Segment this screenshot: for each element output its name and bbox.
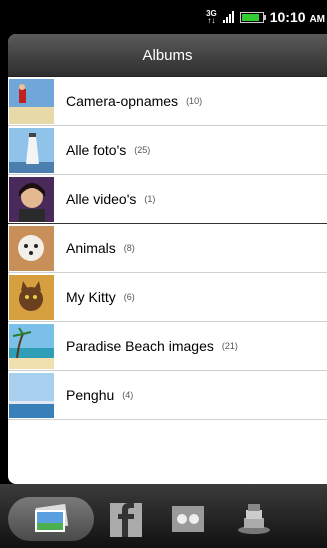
portrait-thumbnail xyxy=(9,176,54,222)
beach-thumbnail xyxy=(9,323,54,369)
lighthouse-thumbnail xyxy=(9,127,54,173)
album-name: Alle video's xyxy=(66,191,137,207)
album-row-all-videos[interactable]: Alle video's (1) xyxy=(8,175,327,224)
signal-strength-icon xyxy=(222,11,234,23)
album-row-penghu[interactable]: Penghu (4) xyxy=(8,371,327,420)
facebook-icon xyxy=(110,503,142,537)
album-count: (25) xyxy=(134,145,151,155)
albums-panel: Albums Camera-opnames (10) Alle foto's (… xyxy=(8,34,327,484)
album-count: (21) xyxy=(221,341,238,351)
album-row-my-kitty[interactable]: My Kitty (6) xyxy=(8,273,327,322)
tab-stack[interactable] xyxy=(222,497,286,541)
album-name: Penghu xyxy=(66,387,115,403)
clock: 10:10 AM xyxy=(269,9,325,25)
sky-thumbnail xyxy=(9,372,54,418)
album-row-animals[interactable]: Animals (8) xyxy=(8,224,327,273)
bottom-tab-bar xyxy=(0,484,327,548)
tab-flickr[interactable] xyxy=(158,497,218,541)
title-bar: Albums xyxy=(8,34,327,77)
page-title: Albums xyxy=(142,47,193,64)
stack-icon xyxy=(238,504,270,534)
album-count: (8) xyxy=(123,243,135,253)
album-name: Camera-opnames xyxy=(66,93,179,109)
album-row-all-photos[interactable]: Alle foto's (25) xyxy=(8,126,327,175)
status-bar: 3G ↑↓ 10:10 AM xyxy=(0,0,327,34)
album-count: (6) xyxy=(123,292,135,302)
album-name: My Kitty xyxy=(66,289,116,305)
album-count: (4) xyxy=(122,390,134,400)
albums-list: Camera-opnames (10) Alle foto's (25) All… xyxy=(8,77,327,420)
flickr-icon xyxy=(172,506,204,532)
network-type-icon: 3G ↑↓ xyxy=(206,9,217,25)
camera-photo-thumbnail xyxy=(9,78,54,124)
album-name: Alle foto's xyxy=(66,142,127,158)
album-count: (10) xyxy=(186,96,203,106)
album-count: (1) xyxy=(144,194,156,204)
dog-thumbnail xyxy=(9,225,54,271)
tab-facebook[interactable] xyxy=(96,497,156,541)
album-row-paradise-beach[interactable]: Paradise Beach images (21) xyxy=(8,322,327,371)
battery-icon xyxy=(239,11,266,23)
album-name: Animals xyxy=(66,240,116,256)
album-row-camera[interactable]: Camera-opnames (10) xyxy=(8,77,327,126)
tab-gallery[interactable] xyxy=(8,497,94,541)
album-name: Paradise Beach images xyxy=(66,338,214,354)
cat-thumbnail xyxy=(9,274,54,320)
gallery-icon xyxy=(35,504,69,532)
